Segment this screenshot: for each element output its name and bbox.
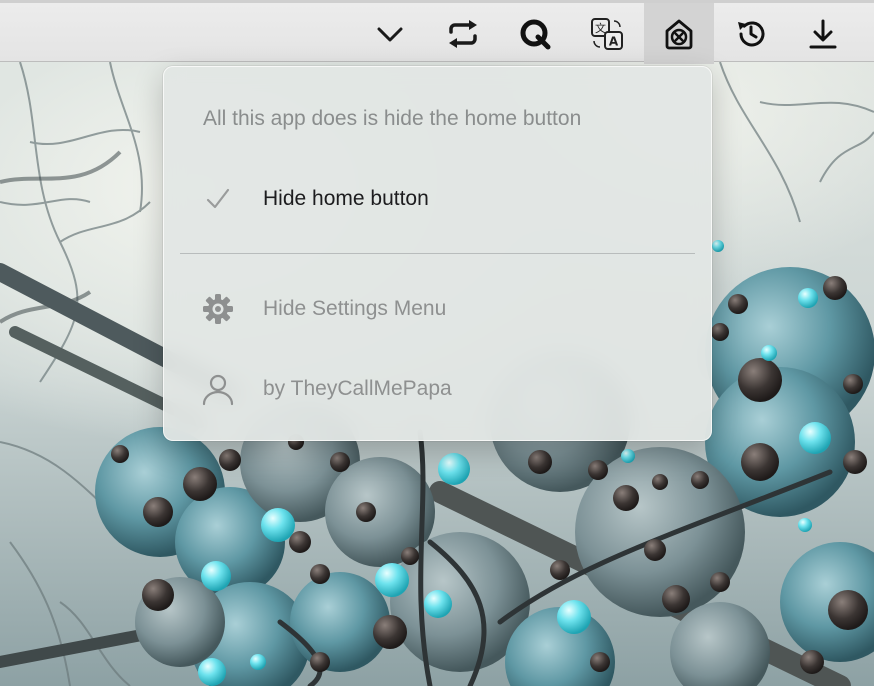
menu-item-hide-settings-menu[interactable]: Hide Settings Menu xyxy=(164,279,711,339)
history-icon xyxy=(738,20,765,46)
chevron-down-button[interactable] xyxy=(355,3,425,64)
translate-button[interactable]: 文 A xyxy=(572,3,642,64)
repeat-icon xyxy=(449,19,477,48)
menu-item-author[interactable]: by TheyCallMePapa xyxy=(164,359,711,419)
gear-icon xyxy=(200,291,236,327)
person-icon xyxy=(200,371,236,407)
menu-item-label: Hide home button xyxy=(263,187,429,210)
home-x-icon xyxy=(665,19,693,49)
svg-text:文: 文 xyxy=(595,21,606,35)
download-icon xyxy=(809,19,837,48)
hide-home-popover: All this app does is hide the home butto… xyxy=(163,66,712,441)
menu-item-hide-home-button[interactable]: Hide home button xyxy=(164,169,711,229)
chevron-down-icon xyxy=(377,27,403,41)
hide-home-button[interactable] xyxy=(644,3,714,64)
svg-text:A: A xyxy=(609,34,619,48)
repeat-button[interactable] xyxy=(428,3,498,64)
checkmark-icon xyxy=(200,181,236,217)
menu-divider xyxy=(180,253,695,254)
history-button[interactable] xyxy=(716,3,786,64)
download-button[interactable] xyxy=(788,3,858,64)
translate-icon: 文 A xyxy=(591,17,623,50)
menu-item-label: Hide Settings Menu xyxy=(263,297,447,320)
q-logo-icon xyxy=(520,19,551,49)
menu-bar: 文 A xyxy=(0,0,874,64)
menu-item-label: by TheyCallMePapa xyxy=(263,377,452,400)
q-app-button[interactable] xyxy=(500,3,570,64)
popover-header: All this app does is hide the home butto… xyxy=(203,107,582,130)
